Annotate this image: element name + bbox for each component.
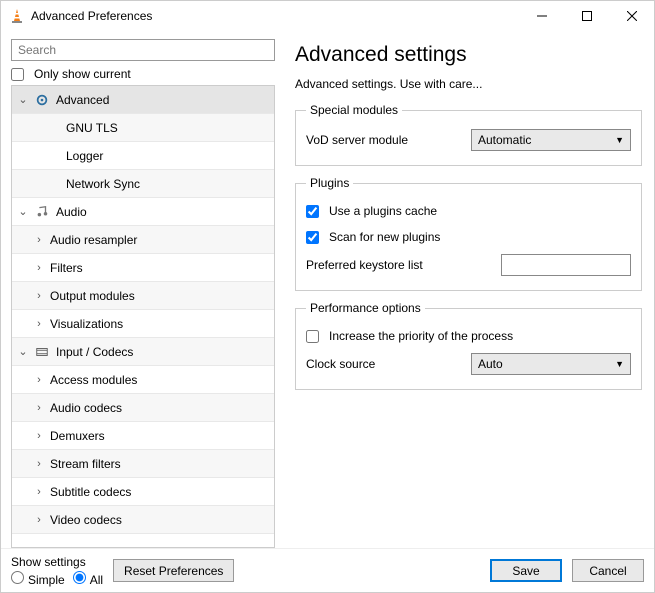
chevron-down-icon: ⌄ bbox=[16, 345, 30, 358]
tree-label: Logger bbox=[66, 149, 103, 163]
tree-item-audio-resampler[interactable]: › Audio resampler bbox=[12, 226, 274, 254]
tree-label: Visualizations bbox=[50, 317, 123, 331]
gear-icon bbox=[34, 92, 50, 108]
increase-priority-checkbox[interactable]: Increase the priority of the process bbox=[306, 329, 513, 343]
tree-item-demuxers[interactable]: › Demuxers bbox=[12, 422, 274, 450]
tree-item-network-sync[interactable]: Network Sync bbox=[12, 170, 274, 198]
only-show-current-checkbox[interactable]: Only show current bbox=[11, 67, 275, 81]
chevron-down-icon: ▼ bbox=[615, 359, 624, 369]
clock-source-label: Clock source bbox=[306, 357, 471, 371]
tree-label: Access modules bbox=[50, 373, 137, 387]
chevron-right-icon: › bbox=[32, 290, 46, 302]
cancel-button[interactable]: Cancel bbox=[572, 559, 644, 582]
keystore-input[interactable] bbox=[501, 254, 631, 276]
tree-label: Video codecs bbox=[50, 513, 122, 527]
vod-server-select[interactable]: Automatic ▼ bbox=[471, 129, 631, 151]
tree-item-logger[interactable]: Logger bbox=[12, 142, 274, 170]
tree-label: Stream filters bbox=[50, 457, 121, 471]
chevron-right-icon: › bbox=[32, 402, 46, 414]
checkbox-label: Use a plugins cache bbox=[329, 204, 437, 218]
chevron-down-icon: ⌄ bbox=[16, 93, 30, 106]
vod-server-label: VoD server module bbox=[306, 133, 471, 147]
tree-label: Subtitle codecs bbox=[50, 485, 131, 499]
reset-preferences-button[interactable]: Reset Preferences bbox=[113, 559, 234, 582]
chevron-right-icon: › bbox=[32, 262, 46, 274]
tree-label: Network Sync bbox=[66, 177, 140, 191]
tree-item-gnu-tls[interactable]: GNU TLS bbox=[12, 114, 274, 142]
maximize-button[interactable] bbox=[564, 1, 609, 31]
clock-source-select[interactable]: Auto ▼ bbox=[471, 353, 631, 375]
chevron-right-icon: › bbox=[32, 458, 46, 470]
music-note-icon bbox=[34, 204, 50, 220]
increase-priority-box[interactable] bbox=[306, 330, 319, 343]
tree-item-output-modules[interactable]: › Output modules bbox=[12, 282, 274, 310]
close-button[interactable] bbox=[609, 1, 654, 31]
tree-label: Advanced bbox=[56, 93, 109, 107]
chevron-right-icon: › bbox=[32, 374, 46, 386]
tree-label: Audio bbox=[56, 205, 87, 219]
radio-all[interactable]: All bbox=[73, 571, 103, 587]
titlebar: Advanced Preferences bbox=[1, 1, 654, 31]
tree-item-access-modules[interactable]: › Access modules bbox=[12, 366, 274, 394]
scan-new-plugins-box[interactable] bbox=[306, 231, 319, 244]
group-performance: Performance options Increase the priorit… bbox=[295, 301, 642, 390]
chevron-down-icon: ⌄ bbox=[16, 205, 30, 218]
tree-item-subtitle-codecs[interactable]: › Subtitle codecs bbox=[12, 478, 274, 506]
keystore-label: Preferred keystore list bbox=[306, 258, 501, 272]
tree-label: Filters bbox=[50, 261, 83, 275]
tree-label: Audio resampler bbox=[50, 233, 137, 247]
window-title: Advanced Preferences bbox=[31, 9, 152, 23]
tree-label: Demuxers bbox=[50, 429, 105, 443]
save-button[interactable]: Save bbox=[490, 559, 562, 582]
group-legend: Plugins bbox=[306, 176, 353, 190]
only-show-current-label: Only show current bbox=[34, 67, 131, 81]
group-legend: Special modules bbox=[306, 103, 402, 117]
search-input[interactable] bbox=[11, 39, 275, 61]
chevron-right-icon: › bbox=[32, 318, 46, 330]
chevron-down-icon: ▼ bbox=[615, 135, 624, 145]
only-show-current-box[interactable] bbox=[11, 68, 24, 81]
tree-label: GNU TLS bbox=[66, 121, 118, 135]
tree-item-visualizations[interactable]: › Visualizations bbox=[12, 310, 274, 338]
tree-item-audio[interactable]: ⌄ Audio bbox=[12, 198, 274, 226]
checkbox-label: Scan for new plugins bbox=[329, 230, 440, 244]
tree-label: Audio codecs bbox=[50, 401, 122, 415]
chevron-right-icon: › bbox=[32, 234, 46, 246]
tree-item-stream-filters[interactable]: › Stream filters bbox=[12, 450, 274, 478]
show-settings-label: Show settings bbox=[11, 555, 103, 569]
use-plugins-cache-box[interactable] bbox=[306, 205, 319, 218]
tree-item-advanced[interactable]: ⌄ Advanced bbox=[12, 86, 274, 114]
select-value: Auto bbox=[478, 357, 503, 371]
settings-tree[interactable]: ⌄ Advanced GNU TLS Logger Network Sync ⌄… bbox=[11, 85, 275, 548]
chevron-right-icon: › bbox=[32, 486, 46, 498]
group-legend: Performance options bbox=[306, 301, 425, 315]
tree-item-audio-codecs[interactable]: › Audio codecs bbox=[12, 394, 274, 422]
minimize-button[interactable] bbox=[519, 1, 564, 31]
vlc-cone-icon bbox=[9, 8, 25, 24]
chevron-right-icon: › bbox=[32, 430, 46, 442]
chevron-right-icon: › bbox=[32, 514, 46, 526]
checkbox-label: Increase the priority of the process bbox=[329, 329, 513, 343]
tree-item-video-codecs[interactable]: › Video codecs bbox=[12, 506, 274, 534]
use-plugins-cache-checkbox[interactable]: Use a plugins cache bbox=[306, 204, 437, 218]
tree-item-filters[interactable]: › Filters bbox=[12, 254, 274, 282]
page-title: Advanced settings bbox=[295, 43, 642, 67]
codec-icon bbox=[34, 344, 50, 360]
scan-new-plugins-checkbox[interactable]: Scan for new plugins bbox=[306, 230, 440, 244]
group-plugins: Plugins Use a plugins cache Scan for new… bbox=[295, 176, 642, 291]
select-value: Automatic bbox=[478, 133, 531, 147]
tree-label: Output modules bbox=[50, 289, 135, 303]
tree-label: Input / Codecs bbox=[56, 345, 133, 359]
group-special-modules: Special modules VoD server module Automa… bbox=[295, 103, 642, 166]
radio-simple[interactable]: Simple bbox=[11, 571, 65, 587]
page-subtitle: Advanced settings. Use with care... bbox=[295, 77, 642, 91]
tree-item-input-codecs[interactable]: ⌄ Input / Codecs bbox=[12, 338, 274, 366]
